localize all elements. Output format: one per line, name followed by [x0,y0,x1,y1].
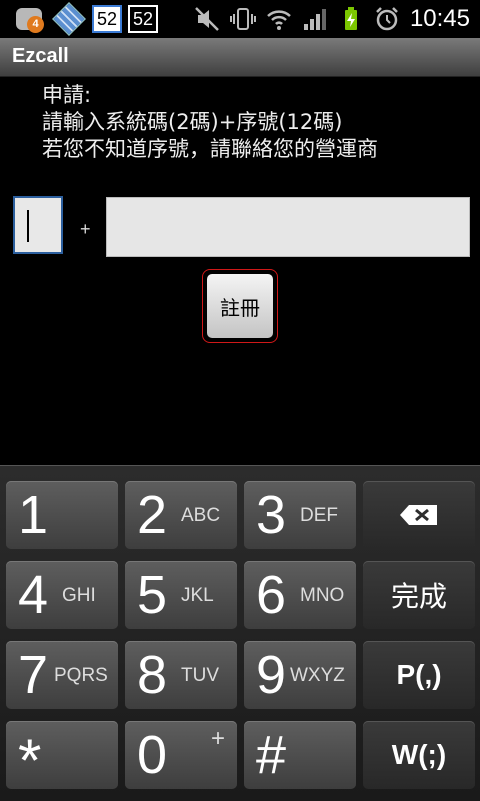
key-digit: 9 [256,645,287,705]
app-title: Ezcall [12,45,69,67]
status-box-icon: 52 [128,5,159,33]
key-2[interactable]: 2 ABC [125,481,237,549]
key-0[interactable]: 0 + [125,721,237,789]
notification-icons: 4 52 52 [12,2,159,36]
register-button[interactable]: 註冊 [207,274,273,338]
done-label: 完成 [390,580,447,613]
wait-key[interactable]: W(;) [363,721,475,789]
title-bar: Ezcall [0,38,480,77]
key-digit: 7 [18,645,49,705]
signal-icon [303,9,326,30]
app-notification-icon: 4 [12,2,46,36]
wifi-icon [267,10,291,30]
clock: 10:45 [409,5,470,32]
key-letters: MNO [300,585,345,606]
key-digit: 5 [137,565,168,625]
instructions: 申請: 請輸入系統碼(2碼)+序號(12碼) 若您不知道序號，請聯絡您的營運商 [42,82,378,163]
mute-icon [195,7,219,31]
key-digit: 0 [137,725,168,785]
wait-label: W(;) [391,739,447,770]
key-digit: # [256,725,287,785]
serial-number-input[interactable] [106,197,470,257]
plus-label: + [80,219,91,239]
key-digit: 1 [18,485,49,545]
key-7[interactable]: 7 PQRS [6,641,118,709]
key-digit: 3 [256,485,287,545]
pause-key[interactable]: P(,) [363,641,475,709]
backspace-key[interactable] [363,481,475,549]
key-letters: PQRS [54,665,108,686]
status-bar: 4 52 52 10:45 [0,0,480,38]
register-button-focus-ring: 註冊 [202,269,278,343]
key-digit: 2 [137,485,168,545]
key-star[interactable]: * [6,721,118,794]
instruction-line: 申請: [42,83,92,107]
numeric-keypad: 1 2 ABC 3 DEF 4 GHI 5 JKL 6 MNO 完成 7 PQR… [0,465,480,801]
key-4[interactable]: 4 GHI [6,561,118,629]
status-box-icon: 52 [92,5,123,33]
key-letters: + [211,725,226,752]
key-3[interactable]: 3 DEF [244,481,356,549]
alarm-icon [376,7,398,31]
key-digit: * [18,727,42,794]
key-1[interactable]: 1 [6,481,118,549]
key-9[interactable]: 9 WXYZ [244,641,356,709]
done-key[interactable]: 完成 [363,561,475,629]
key-digit: 8 [137,645,168,705]
pause-label: P(,) [396,659,442,690]
key-letters: WXYZ [290,665,345,686]
key-letters: DEF [300,505,338,526]
key-digit: 6 [256,565,287,625]
text-caret [27,210,29,242]
key-letters: ABC [181,505,221,526]
notification-badge: 4 [27,16,44,33]
key-8[interactable]: 8 TUV [125,641,237,709]
key-5[interactable]: 5 JKL [125,561,237,629]
key-hash[interactable]: # [244,721,356,789]
system-icons: 10:45 [194,2,470,36]
instruction-line: 若您不知道序號，請聯絡您的營運商 [42,137,378,161]
key-letters: TUV [181,665,219,686]
system-code-input[interactable] [13,196,63,254]
battery-charging-icon [344,7,357,30]
key-letters: GHI [62,585,96,606]
key-6[interactable]: 6 MNO [244,561,356,629]
vibrate-icon [229,8,256,30]
backspace-icon [400,505,437,525]
key-digit: 4 [18,565,49,625]
diamond-app-icon [52,2,86,36]
key-letters: JKL [181,585,214,606]
instruction-line: 請輸入系統碼(2碼)+序號(12碼) [42,110,343,134]
